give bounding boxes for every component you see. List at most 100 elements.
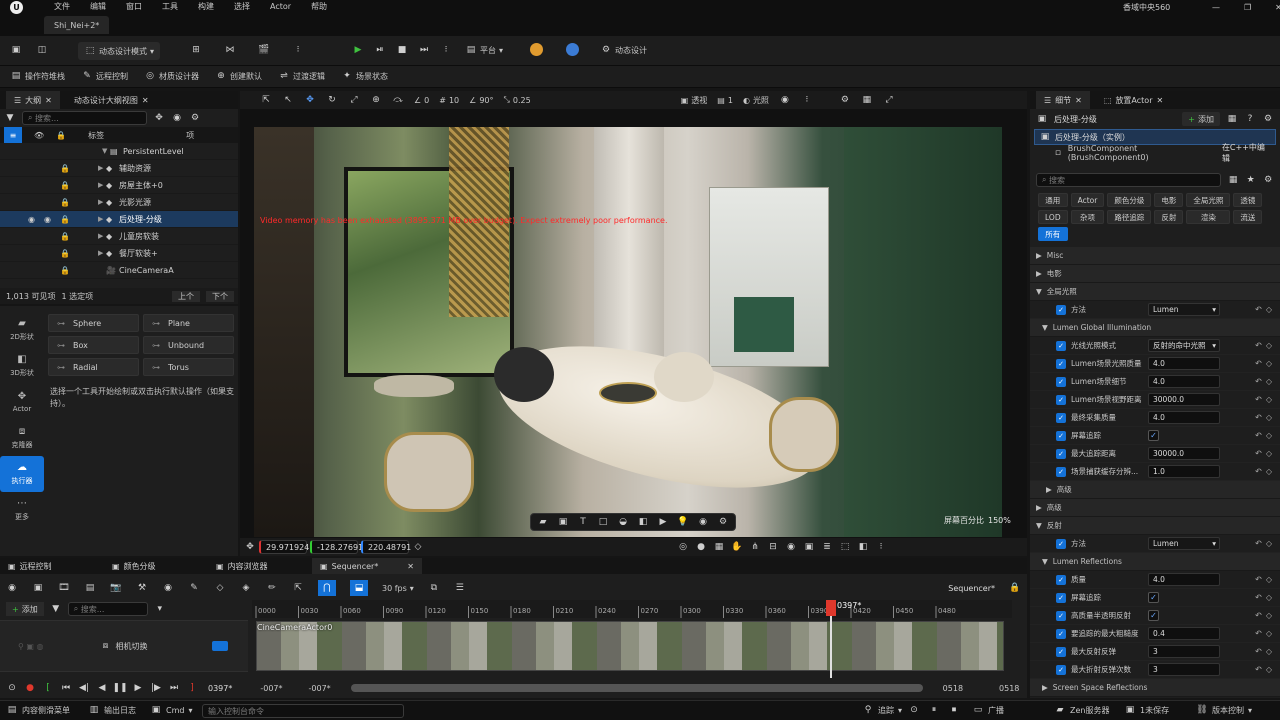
keyframe-icon[interactable]: ◇ [1266, 611, 1272, 620]
layers-icon[interactable]: ≣ [821, 541, 833, 553]
component-row-brush[interactable]: ▫ BrushComponent (BrushComponent0) 在C++中… [1034, 143, 1276, 163]
override-checkbox[interactable]: ✓ [1056, 466, 1066, 477]
box-icon[interactable]: ◧ [637, 516, 649, 528]
lock-icon[interactable]: 🔒 [60, 164, 76, 173]
lock-icon[interactable]: 🔒 [1009, 582, 1021, 594]
tab-outline[interactable]: ☰ 大纲 ✕ [6, 91, 60, 109]
grid-icon[interactable]: ▦ [713, 541, 725, 553]
playhead-snap-icon[interactable]: ⬓ [350, 580, 368, 596]
filter-chip[interactable]: 颜色分级 [1107, 193, 1152, 207]
eye-icon[interactable]: ◉ [44, 215, 60, 224]
menu-item[interactable]: 构建 [188, 0, 224, 14]
rotation-snap[interactable]: ∠ 0 [414, 96, 429, 105]
jump-end-icon[interactable]: ⏭ [168, 682, 180, 694]
add-track-button[interactable]: + 添加 [6, 602, 44, 616]
outliner-row[interactable]: ▼ ▤ PersistentLevel [0, 143, 238, 160]
square-icon[interactable]: ▣ [803, 541, 815, 553]
toolbar2-item[interactable]: ▤ 操作符堆栈 [10, 70, 65, 82]
pause-icon[interactable]: ❚❚ [112, 682, 127, 694]
close-icon[interactable]: ✕ [1075, 96, 1082, 105]
cursor-icon[interactable]: ⇱ [292, 582, 304, 594]
override-checkbox[interactable]: ✓ [1056, 610, 1066, 621]
details-section[interactable]: ▶ Misc [1030, 247, 1280, 265]
prev-button[interactable]: 上个 [172, 290, 200, 302]
angle-snap[interactable]: ∠ 90° [469, 96, 493, 105]
camera-cut-track-header[interactable]: ⚲ ▣ ◍ ⧈ 相机切换 [0, 620, 248, 672]
expand-arrow-icon[interactable]: ▼ [102, 147, 110, 155]
mode-button[interactable]: ☁ 执行器 [0, 456, 44, 492]
pause-icon[interactable]: ⏸ [928, 704, 940, 716]
details-section[interactable]: ▶ Screen Space Reflections [1030, 679, 1280, 697]
content-drawer-button[interactable]: ▤ 内容侧滑菜单 [6, 704, 70, 716]
save-icon[interactable]: ▣ [32, 582, 44, 594]
camera-lock-icon[interactable] [212, 641, 228, 651]
filter-chip[interactable]: 杂项 [1070, 210, 1105, 224]
diamond-icon[interactable]: ◇ [214, 582, 226, 594]
step-icon[interactable]: ⏯ [374, 44, 386, 56]
key-diamond-icon[interactable]: ◈ [240, 582, 252, 594]
property-checkbox[interactable]: ✓ [1148, 430, 1159, 441]
override-checkbox[interactable]: ✓ [1056, 412, 1066, 423]
lit-button[interactable]: ◐ 光照 [743, 95, 769, 106]
platform-button[interactable]: ▤ 平台 ▾ [465, 44, 503, 56]
toolbar2-item[interactable]: ⊕ 创建默认 [215, 70, 262, 82]
dots-icon[interactable]: ⁝ [875, 541, 887, 553]
unsaved-button[interactable]: ▣ 1未保存 [1124, 704, 1169, 716]
drag-icon[interactable]: ✋ [731, 541, 743, 553]
col-label[interactable]: 标签 [88, 130, 104, 141]
snap-magnet-icon[interactable]: ⋂ [318, 580, 336, 596]
trace-button[interactable]: ⚲ 追踪 ▾ [862, 704, 902, 716]
expand-arrow-icon[interactable]: ▶ [98, 164, 106, 172]
menu-item[interactable]: 工具 [152, 0, 188, 14]
prev-frame-icon[interactable]: ◀ [96, 682, 108, 694]
launch-icon[interactable]: ⏭ [418, 44, 430, 56]
view-range-start[interactable]: -007* [260, 684, 282, 693]
scale-snap[interactable]: ⤡ 0.25 [504, 95, 531, 105]
property-value-input[interactable]: 0.4 [1148, 627, 1220, 640]
keyframe-icon[interactable]: ◇ [1266, 431, 1272, 440]
eye-icon[interactable]: ◉ [28, 215, 44, 224]
keyframe-icon[interactable]: ◇ [1266, 575, 1272, 584]
toolbar2-item[interactable]: ⇌ 过渡逻辑 [278, 70, 325, 82]
keyframe-icon[interactable]: ◇ [1266, 647, 1272, 656]
gear-icon[interactable]: ⚙ [1262, 174, 1274, 186]
prev-key-icon[interactable]: ◀| [78, 682, 90, 694]
lock-icon[interactable]: 🔒 [60, 215, 76, 224]
close-icon[interactable]: ✕ [1157, 96, 1164, 105]
filter-icon[interactable]: ▼ [50, 603, 62, 615]
blueprint-icon[interactable]: ⋈ [224, 44, 236, 56]
keyframe-icon[interactable]: ◇ [1266, 359, 1272, 368]
menu-item[interactable]: Actor [260, 0, 301, 14]
reset-icon[interactable]: ↶ [1255, 629, 1262, 638]
filter-chip[interactable]: LOD [1038, 210, 1068, 224]
dynamic-design-button[interactable]: ⚙ 动态设计 [600, 44, 647, 56]
toolbar2-item[interactable]: ◎ 材质设计器 [144, 70, 199, 82]
shape-button[interactable]: ⊶ Sphere [48, 314, 139, 332]
close-icon[interactable]: ✕ [142, 96, 149, 105]
details-section[interactable]: ▶ 高级 [1030, 499, 1280, 517]
keyframe-icon[interactable]: ◇ [1266, 467, 1272, 476]
menu-item[interactable]: 选择 [224, 0, 260, 14]
globe-icon[interactable] [566, 43, 579, 56]
property-value-input[interactable]: 3 [1148, 663, 1220, 676]
range-start-icon[interactable]: [ [42, 682, 54, 694]
coord-x[interactable]: 29.971924 [259, 540, 309, 554]
mode-button[interactable]: ✥ Actor [0, 384, 44, 420]
lock-icon[interactable]: 🔒 [60, 266, 76, 275]
reset-icon[interactable]: ↶ [1255, 647, 1262, 656]
close-icon[interactable]: ✕ [407, 562, 414, 571]
filter-chip[interactable]: 通用 [1038, 193, 1068, 207]
details-section[interactable]: ▶ 电影 [1030, 265, 1280, 283]
curve-icon[interactable]: ⧉ [428, 582, 440, 594]
filter-chip[interactable]: 全局光照 [1186, 193, 1231, 207]
play-range-start[interactable]: -007* [309, 684, 331, 693]
eye-icon[interactable]: ◉ [162, 582, 174, 594]
browse-icon[interactable]: ◫ [36, 44, 48, 56]
menu-item[interactable]: 文件 [44, 0, 80, 14]
bridge-icon[interactable] [530, 43, 543, 56]
box-icon[interactable]: ◧ [857, 541, 869, 553]
expand-arrow-icon[interactable]: ▶ [98, 249, 106, 257]
playhead-line[interactable] [830, 608, 832, 678]
color-icon[interactable]: ● [695, 541, 707, 553]
light-icon[interactable]: 💡 [677, 516, 689, 528]
